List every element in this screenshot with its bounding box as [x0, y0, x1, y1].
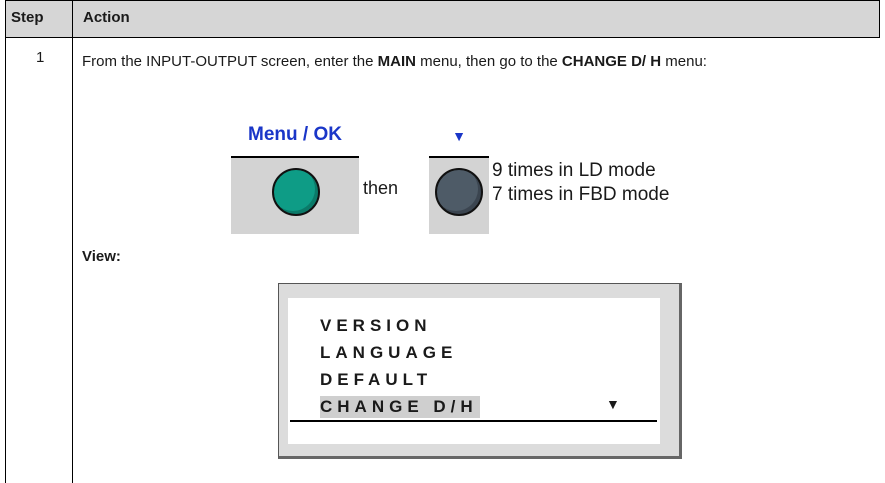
header-action: Action — [83, 9, 130, 26]
scroll-down-icon: ▼ — [606, 396, 620, 412]
menu-item-language: LANGUAGE — [320, 343, 458, 362]
menu-ok-key-separator — [231, 156, 359, 158]
menu-ok-key: Menu / OK — [231, 118, 359, 234]
down-button-icon — [435, 168, 483, 216]
header-step: Step — [11, 9, 44, 26]
step-number: 1 — [36, 49, 45, 66]
menu-item-change-dh: CHANGE D/H — [320, 396, 480, 418]
down-key-separator — [429, 156, 489, 158]
down-arrow-icon: ▼ — [429, 118, 489, 156]
table-header — [5, 0, 880, 37]
table-left-border — [5, 0, 6, 483]
ld-mode-count: 9 times in LD mode — [492, 160, 656, 181]
table-right-border — [879, 0, 880, 38]
instruction-text: From the INPUT-OUTPUT screen, enter the … — [82, 53, 707, 70]
menu-ok-button-icon — [272, 168, 320, 216]
menu-item-version: VERSION — [320, 316, 432, 335]
menu-item-default: DEFAULT — [320, 370, 433, 389]
view-label: View: — [82, 248, 121, 265]
table-header-rule — [5, 37, 880, 38]
fbd-mode-count: 7 times in FBD mode — [492, 184, 670, 205]
down-arrow-key: ▼ — [429, 118, 489, 234]
then-label: then — [363, 178, 399, 198]
table-column-divider — [72, 0, 73, 483]
menu-ok-key-label: Menu / OK — [231, 118, 359, 156]
table-top-border — [5, 0, 880, 1]
lcd-underline — [290, 420, 657, 422]
